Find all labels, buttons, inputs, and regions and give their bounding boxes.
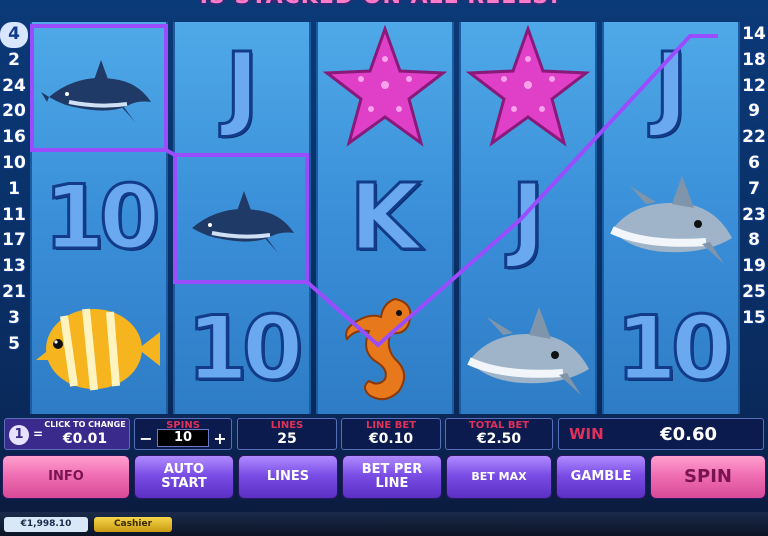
- reel-3: K: [316, 22, 454, 414]
- reel-area: 10 J 10 K J J 10: [30, 22, 740, 414]
- symbol-10: 10: [42, 166, 162, 269]
- payline-number[interactable]: 10: [0, 151, 28, 177]
- payline-number[interactable]: 17: [0, 228, 28, 254]
- symbol-seahorse: [318, 284, 452, 414]
- spins-value: 10: [157, 429, 209, 447]
- line-bet-value: €0.10: [368, 431, 414, 447]
- symbol-J: J: [652, 33, 689, 140]
- payline-number[interactable]: 14: [740, 22, 768, 48]
- payline-number[interactable]: 15: [740, 306, 768, 332]
- right-line-numbers: 14 18 12 9 22 6 7 23 8 19 25 15: [740, 22, 768, 332]
- auto-start-button[interactable]: AUTO START: [134, 455, 234, 499]
- payline-number[interactable]: 23: [740, 203, 768, 229]
- symbol-shark: [604, 153, 738, 283]
- total-bet-value: €2.50: [476, 431, 522, 447]
- bet-per-line-button[interactable]: BET PER LINE: [342, 455, 442, 499]
- payline-number[interactable]: 8: [740, 228, 768, 254]
- balance-display: €1,998.10: [4, 517, 88, 532]
- payline-number[interactable]: 20: [0, 99, 28, 125]
- symbol-J: J: [223, 33, 260, 140]
- dolphin-icon: [192, 191, 294, 253]
- symbol-shark: [461, 284, 595, 414]
- payline-number[interactable]: 12: [740, 74, 768, 100]
- payline-number[interactable]: 24: [0, 74, 28, 100]
- lines-panel: LINES 25: [237, 418, 337, 450]
- payline-number[interactable]: 25: [740, 280, 768, 306]
- payline-number[interactable]: 21: [0, 280, 28, 306]
- win-caption: WIN: [569, 425, 604, 443]
- coin-value: €0.01: [62, 431, 108, 447]
- info-button[interactable]: INFO: [2, 455, 130, 499]
- symbol-10: 10: [614, 297, 734, 400]
- lines-caption: LINES: [270, 420, 304, 431]
- reel-4: J: [459, 22, 597, 414]
- payline-number[interactable]: 3: [0, 306, 28, 332]
- left-line-numbers: 4 2 24 20 16 10 1 11 17 13 21 3 5: [0, 22, 28, 357]
- total-bet-panel: TOTAL BET €2.50: [445, 418, 553, 450]
- symbol-K: K: [348, 164, 422, 271]
- payline-number[interactable]: 4: [0, 22, 28, 48]
- payline-number[interactable]: 19: [740, 254, 768, 280]
- symbol-starfish: [318, 22, 452, 152]
- payline-number[interactable]: 22: [740, 125, 768, 151]
- symbol-J: J: [509, 164, 546, 271]
- lines-value: 25: [277, 431, 297, 447]
- symbol-starfish: [461, 22, 595, 152]
- dolphin-icon: [41, 60, 151, 122]
- gamble-button[interactable]: GAMBLE: [556, 455, 646, 499]
- spins-minus-button[interactable]: −: [137, 429, 155, 448]
- win-panel: WIN €0.60: [558, 418, 764, 450]
- reel-1: 10: [30, 22, 168, 414]
- tropical-fish-icon: [36, 308, 160, 391]
- shark-icon: [467, 307, 589, 395]
- coin-badge: 1: [9, 425, 29, 445]
- payline-number[interactable]: 5: [0, 332, 28, 358]
- shark-icon: [610, 176, 732, 264]
- starfish-icon: [323, 25, 447, 147]
- symbol-10: 10: [185, 297, 305, 400]
- starfish-icon: [466, 25, 590, 147]
- symbol-dolphin: [175, 153, 309, 283]
- footer-bar: €1,998.10 Cashier: [0, 512, 768, 536]
- payline-number[interactable]: 2: [0, 48, 28, 74]
- payline-number[interactable]: 16: [0, 125, 28, 151]
- info-bar: 1 = CLICK TO CHANGE €0.01 SPINS − 10 + L…: [0, 418, 768, 452]
- coin-caption: CLICK TO CHANGE: [44, 420, 126, 429]
- payline-number[interactable]: 9: [740, 99, 768, 125]
- line-bet-panel: LINE BET €0.10: [341, 418, 441, 450]
- coin-value-selector[interactable]: 1 = CLICK TO CHANGE €0.01: [4, 418, 130, 450]
- payline-number[interactable]: 6: [740, 151, 768, 177]
- promo-banner: IS STACKED ON ALL REELS!: [150, 0, 610, 12]
- spins-plus-button[interactable]: +: [211, 429, 229, 448]
- lines-button[interactable]: LINES: [238, 455, 338, 499]
- control-buttons: INFO AUTO START LINES BET PER LINE BET M…: [0, 455, 768, 501]
- payline-number[interactable]: 1: [0, 177, 28, 203]
- reel-5: J 10: [602, 22, 740, 414]
- cashier-button[interactable]: Cashier: [94, 517, 172, 532]
- slot-game: IS STACKED ON ALL REELS! 422420161011117…: [0, 0, 768, 536]
- seahorse-icon: [345, 297, 412, 401]
- payline-number[interactable]: 13: [0, 254, 28, 280]
- payline-number[interactable]: 18: [740, 48, 768, 74]
- symbol-tropical-fish: [32, 284, 166, 414]
- bet-max-button[interactable]: BET MAX: [446, 455, 552, 499]
- total-bet-caption: TOTAL BET: [468, 420, 530, 431]
- payline-number[interactable]: 7: [740, 177, 768, 203]
- spins-panel: SPINS − 10 +: [134, 418, 232, 450]
- symbol-dolphin: [32, 22, 166, 152]
- win-value: €0.60: [660, 424, 717, 445]
- reel-2: J 10: [173, 22, 311, 414]
- spin-button[interactable]: SPIN: [650, 455, 766, 499]
- line-bet-caption: LINE BET: [365, 420, 417, 431]
- payline-number[interactable]: 11: [0, 203, 28, 229]
